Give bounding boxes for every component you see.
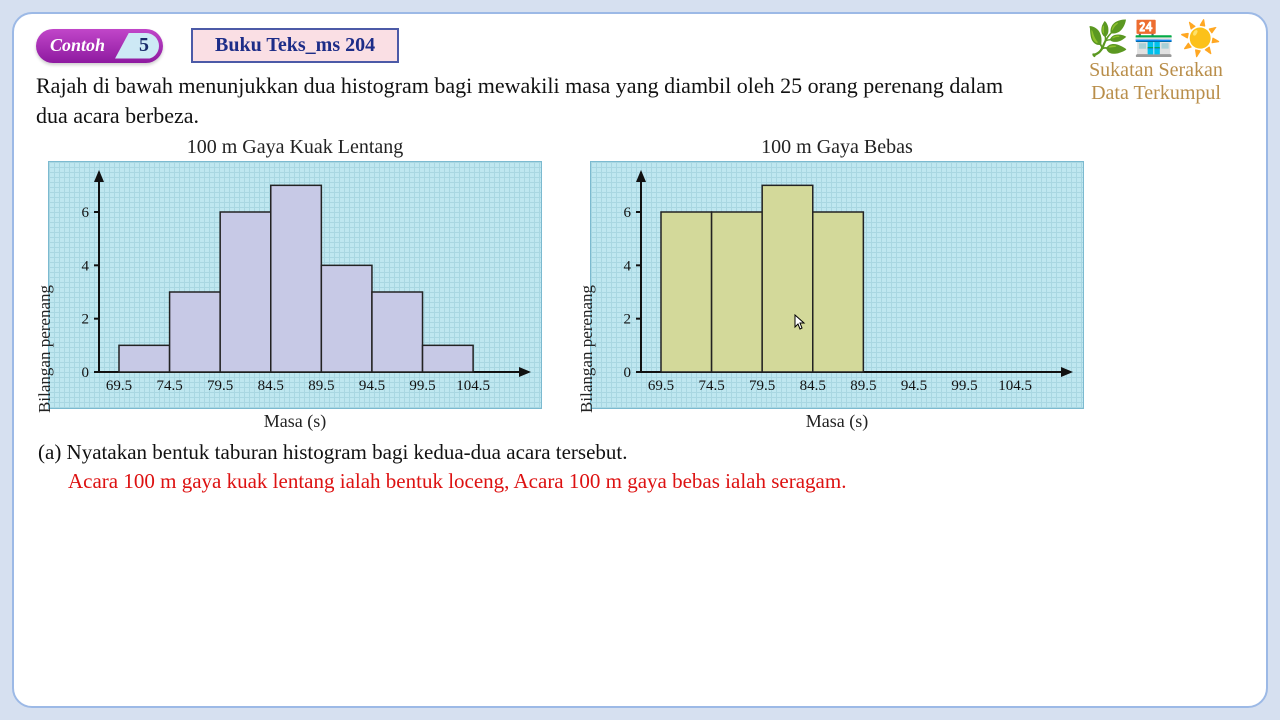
answer-a: Acara 100 m gaya kuak lentang ialah bent… (68, 469, 1244, 494)
decorative-icons: 🌿🏪☀️ (1056, 20, 1256, 59)
contoh-number: 5 (115, 33, 159, 59)
charts-row: 100 m Gaya Kuak Lentang Bilangan perenan… (48, 136, 1244, 432)
svg-text:104.5: 104.5 (998, 378, 1032, 394)
contoh-pill: Contoh 5 (36, 29, 163, 63)
chart-title-1: 100 m Gaya Kuak Lentang (187, 136, 404, 159)
svg-text:84.5: 84.5 (258, 378, 284, 394)
svg-text:69.5: 69.5 (106, 378, 132, 394)
svg-text:89.5: 89.5 (850, 378, 876, 394)
question-text: Rajah di bawah menunjukkan dua histogram… (36, 71, 1036, 130)
sub-question-a: (a) Nyatakan bentuk taburan histogram ba… (38, 440, 1244, 465)
svg-text:6: 6 (624, 205, 632, 221)
svg-text:94.5: 94.5 (359, 378, 385, 394)
svg-text:99.5: 99.5 (951, 378, 977, 394)
slide-card: Contoh 5 Buku Teks_ms 204 🌿🏪☀️ Sukatan S… (12, 12, 1268, 708)
chart-svg-2: 0 2 4 6 69.5 74.5 79.5 84.5 89.5 94.5 99.5 104.5 (591, 162, 1085, 410)
decorative-badge: 🌿🏪☀️ Sukatan Serakan Data Terkumpul (1056, 20, 1256, 105)
svg-text:0: 0 (82, 365, 90, 381)
chart-plot-1: Bilangan perenang 024669.574.579.584.589… (48, 161, 542, 409)
svg-text:4: 4 (82, 259, 90, 275)
chart-block-lentang: 100 m Gaya Kuak Lentang Bilangan perenan… (48, 136, 542, 432)
svg-text:6: 6 (82, 205, 90, 221)
svg-text:104.5: 104.5 (456, 378, 490, 394)
contoh-label: Contoh (50, 35, 105, 56)
svg-text:99.5: 99.5 (409, 378, 435, 394)
svg-text:84.5: 84.5 (800, 378, 826, 394)
chart-title-2: 100 m Gaya Bebas (761, 136, 913, 159)
x-axis-label-2: Masa (s) (806, 411, 868, 432)
svg-text:89.5: 89.5 (308, 378, 334, 394)
svg-text:2: 2 (624, 312, 632, 328)
deco-line-2: Data Terkumpul (1056, 82, 1256, 105)
deco-line-1: Sukatan Serakan (1056, 59, 1256, 82)
svg-text:79.5: 79.5 (749, 378, 775, 394)
svg-text:94.5: 94.5 (901, 378, 927, 394)
svg-text:4: 4 (624, 259, 632, 275)
svg-text:74.5: 74.5 (698, 378, 724, 394)
chart-svg-1: 0 2 4 6 69.5 74.5 79.5 84.5 89.5 94.5 99.5 104.5 (49, 162, 543, 410)
chart-plot-2: Bilangan perenang 024669.574.579.584.589… (590, 161, 1084, 409)
x-axis-label-1: Masa (s) (264, 411, 326, 432)
chart-block-bebas: 100 m Gaya Bebas Bilangan perenang 02466… (590, 136, 1084, 432)
svg-text:69.5: 69.5 (648, 378, 674, 394)
svg-text:0: 0 (624, 365, 632, 381)
svg-text:74.5: 74.5 (156, 378, 182, 394)
textbook-ref-box: Buku Teks_ms 204 (191, 28, 399, 63)
svg-text:2: 2 (82, 312, 90, 328)
svg-text:79.5: 79.5 (207, 378, 233, 394)
